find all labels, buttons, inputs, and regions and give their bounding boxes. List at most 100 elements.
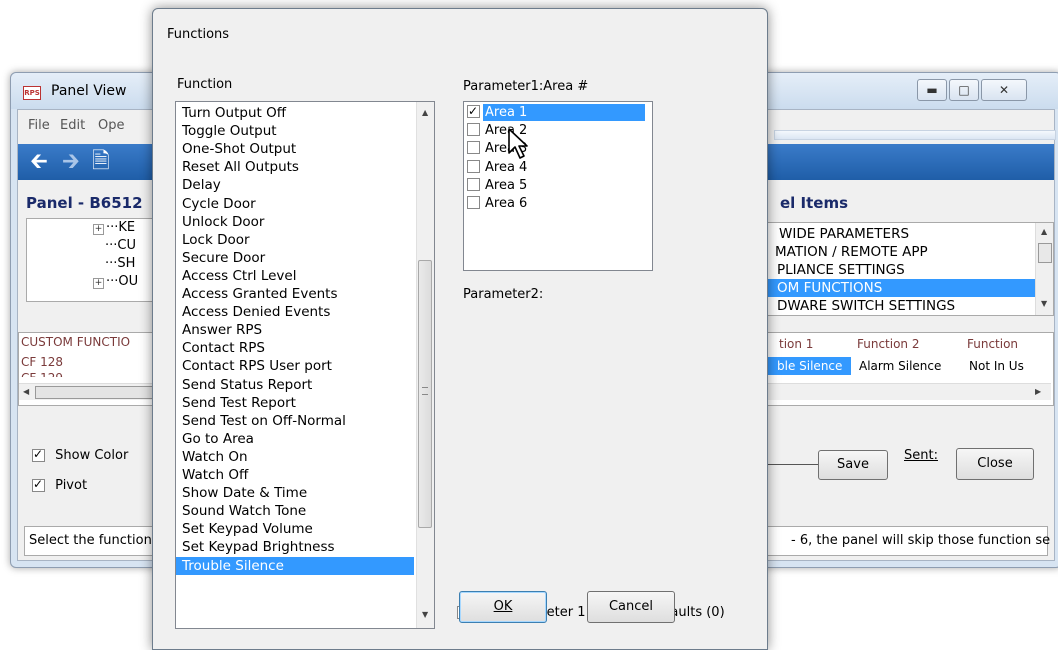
scroll-thumb[interactable] bbox=[1038, 243, 1052, 263]
grid-header[interactable]: Function bbox=[967, 337, 1018, 351]
scroll-up-icon[interactable]: ▲ bbox=[422, 108, 428, 117]
area-checkbox[interactable] bbox=[467, 159, 480, 173]
area-item[interactable]: Area 4 bbox=[467, 159, 649, 176]
tree-node[interactable]: + ···KE bbox=[93, 220, 135, 235]
separator-line bbox=[764, 464, 824, 465]
minimize-icon[interactable]: ▬ bbox=[917, 79, 947, 101]
scroll-right-icon[interactable]: ▶ bbox=[1035, 387, 1041, 396]
function-item[interactable]: Cycle Door bbox=[182, 195, 414, 213]
area-checklist[interactable]: Area 1Area 2Area 3 Area 4 Area 5 Area 6 bbox=[463, 101, 653, 271]
grid-row-header[interactable]: CF 129 bbox=[21, 371, 63, 377]
back-arrow-icon[interactable]: 🡰 bbox=[30, 150, 48, 174]
show-color-option[interactable]: Show Color bbox=[32, 447, 128, 463]
panel-items-list[interactable]: WIDE PARAMETERS MATION / REMOTE APP PLIA… bbox=[764, 222, 1054, 316]
tree-node[interactable]: ···CU bbox=[105, 238, 136, 253]
tree-node-label: OU bbox=[118, 274, 139, 289]
panel-item-selected[interactable]: OM FUNCTIONS bbox=[765, 279, 1045, 297]
function-item[interactable]: Set Keypad Volume bbox=[182, 520, 414, 538]
function-item[interactable]: One-Shot Output bbox=[182, 140, 414, 158]
scroll-thumb[interactable] bbox=[418, 260, 432, 528]
scroll-left-icon[interactable]: ◀ bbox=[23, 387, 29, 396]
close-icon[interactable]: ✕ bbox=[981, 79, 1027, 101]
function-item[interactable]: Unlock Door bbox=[182, 213, 414, 231]
expand-icon[interactable]: + bbox=[93, 278, 104, 289]
close-button[interactable]: Close bbox=[956, 448, 1034, 480]
dialog-title: Functions bbox=[167, 27, 230, 42]
area-checkbox[interactable] bbox=[467, 196, 480, 209]
tree-node[interactable]: + ···OU bbox=[93, 274, 138, 289]
panel-item[interactable]: PLIANCE SETTINGS bbox=[765, 261, 1045, 279]
custom-function-grid[interactable]: CUSTOM FUNCTIO CF 128 CF 129 ◀ bbox=[18, 332, 156, 406]
grid-header[interactable]: tion 1 bbox=[779, 337, 813, 351]
save-button[interactable]: Save bbox=[818, 450, 888, 480]
function-item[interactable]: Go to Area bbox=[182, 430, 414, 448]
expand-icon[interactable]: + bbox=[93, 224, 104, 235]
function-item[interactable]: Set Keypad Brightness bbox=[182, 538, 414, 556]
function-item[interactable]: Toggle Output bbox=[182, 122, 414, 140]
pivot-option[interactable]: Pivot bbox=[32, 477, 87, 493]
area-checkbox[interactable] bbox=[467, 103, 480, 120]
function-item[interactable]: Access Granted Events bbox=[182, 285, 414, 303]
function-item[interactable]: Sound Watch Tone bbox=[182, 502, 414, 520]
panel-tree[interactable]: + ···KE ···CU ···SH + ···OU bbox=[26, 218, 154, 302]
area-item[interactable]: Area 3 bbox=[467, 140, 649, 157]
function-item[interactable]: Watch On bbox=[182, 448, 414, 466]
function-item[interactable]: Send Status Report bbox=[182, 376, 414, 394]
show-color-checkbox[interactable] bbox=[32, 447, 45, 462]
cancel-button[interactable]: Cancel bbox=[587, 591, 675, 623]
menu-operations[interactable]: Ope bbox=[98, 118, 124, 133]
tree-node[interactable]: ···SH bbox=[105, 256, 135, 271]
function-list-scrollbar[interactable]: ▲ ▼ bbox=[416, 102, 434, 628]
panel-items-scrollbar[interactable]: ▲ ▼ bbox=[1035, 223, 1053, 315]
function-item[interactable]: Access Denied Events bbox=[182, 303, 414, 321]
function-item[interactable]: Reset All Outputs bbox=[182, 158, 414, 176]
function-grid[interactable]: tion 1 Function 2 Function ble Silence A… bbox=[764, 332, 1054, 406]
grid-cell-selected[interactable]: ble Silence bbox=[765, 357, 851, 375]
function-item[interactable]: Secure Door bbox=[182, 249, 414, 267]
grid-cell[interactable]: Alarm Silence bbox=[859, 359, 941, 373]
scroll-thumb[interactable] bbox=[35, 386, 155, 399]
scroll-down-icon[interactable]: ▼ bbox=[1041, 299, 1047, 308]
panel-item[interactable]: DWARE SWITCH SETTINGS bbox=[765, 297, 1045, 315]
scroll-down-icon[interactable]: ▼ bbox=[422, 610, 428, 619]
dialog-client: Function Turn Output Off Toggle Output One… bbox=[167, 59, 755, 649]
ok-button[interactable]: OK bbox=[459, 591, 547, 623]
horizontal-scrollbar[interactable]: ▶ bbox=[765, 383, 1051, 400]
function-item[interactable]: Send Test on Off-Normal bbox=[182, 412, 414, 430]
function-item-selected[interactable]: Trouble Silence bbox=[176, 556, 414, 575]
function-list[interactable]: Turn Output Off Toggle Output One-Shot Out… bbox=[175, 101, 435, 629]
area-checkbox[interactable] bbox=[467, 177, 480, 191]
area-item[interactable]: Area 1 bbox=[467, 103, 649, 121]
tree-node-label: CU bbox=[117, 238, 136, 253]
panel-item[interactable]: WIDE PARAMETERS bbox=[765, 225, 1047, 243]
window-title: Panel View bbox=[51, 83, 127, 99]
function-item[interactable]: Lock Door bbox=[182, 231, 414, 249]
grid-row-header[interactable]: CF 128 bbox=[21, 355, 63, 369]
area-checkbox[interactable] bbox=[467, 141, 480, 155]
forward-arrow-icon[interactable]: 🡲 bbox=[62, 150, 80, 174]
function-item[interactable]: Send Test Report bbox=[182, 394, 414, 412]
area-item[interactable]: Area 5 bbox=[467, 177, 649, 194]
menu-edit[interactable]: Edit bbox=[60, 118, 85, 133]
function-item[interactable]: Access Ctrl Level bbox=[182, 267, 414, 285]
area-item[interactable]: Area 2 bbox=[467, 122, 649, 139]
area-item[interactable]: Area 6 bbox=[467, 195, 649, 212]
function-item[interactable]: Turn Output Off bbox=[182, 104, 414, 122]
pivot-checkbox[interactable] bbox=[32, 477, 45, 492]
grid-header[interactable]: Function 2 bbox=[857, 337, 920, 351]
function-item[interactable]: Contact RPS User port bbox=[182, 357, 414, 375]
area-checkbox[interactable] bbox=[467, 123, 480, 137]
menu-file[interactable]: File bbox=[28, 118, 50, 133]
grid-header[interactable]: CUSTOM FUNCTIO bbox=[21, 335, 130, 349]
document-preview-icon[interactable]: 🗎 bbox=[92, 150, 110, 174]
scroll-up-icon[interactable]: ▲ bbox=[1041, 227, 1047, 236]
function-item[interactable]: Answer RPS bbox=[182, 321, 414, 339]
panel-item[interactable]: MATION / REMOTE APP bbox=[765, 243, 1043, 261]
function-item[interactable]: Show Date & Time bbox=[182, 484, 414, 502]
grid-cell[interactable]: Not In Us bbox=[969, 359, 1024, 373]
function-item[interactable]: Delay bbox=[182, 176, 414, 194]
function-item[interactable]: Watch Off bbox=[182, 466, 414, 484]
function-item[interactable]: Contact RPS bbox=[182, 339, 414, 357]
horizontal-scrollbar[interactable]: ◀ bbox=[19, 383, 155, 400]
maximize-icon[interactable]: □ bbox=[949, 79, 979, 101]
